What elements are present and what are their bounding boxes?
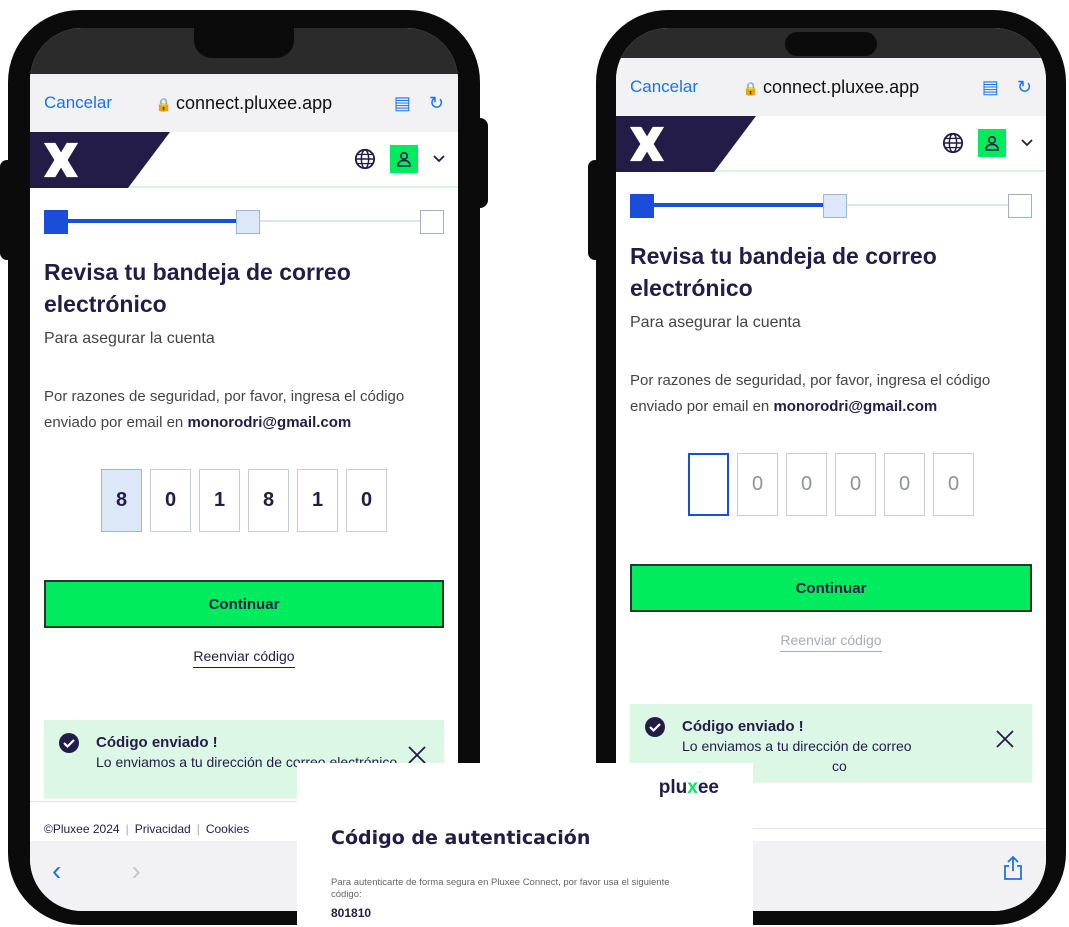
email-address: monorodri@gmail.com: [773, 397, 938, 415]
main-content: Revisa tu bandeja de correo electrónico …: [30, 208, 458, 799]
lock-icon: 🔒: [155, 96, 173, 112]
lock-icon: 🔒: [742, 80, 760, 96]
check-circle-icon: [645, 717, 665, 738]
pluxee-x-logo: [43, 142, 79, 178]
check-circle-icon: [59, 733, 79, 754]
browser-url-bar: Cancelar 🔒 connect.pluxee.app ▤ ↻: [30, 74, 458, 132]
otp-digit-input[interactable]: 8: [101, 469, 142, 533]
app-header: [30, 132, 458, 188]
reload-icon[interactable]: ↻: [1017, 77, 1032, 98]
toast-title: Código enviado !: [96, 734, 218, 752]
resend-code-link[interactable]: Reenviar código: [193, 648, 295, 669]
user-icon: [397, 151, 411, 167]
step-3: [1008, 194, 1032, 218]
progress-stepper: [44, 208, 444, 234]
close-icon[interactable]: [994, 728, 1016, 750]
step-1: [44, 210, 68, 234]
globe-icon[interactable]: [942, 132, 964, 154]
cancel-button[interactable]: Cancelar: [630, 77, 698, 97]
toast-title: Código enviado !: [682, 718, 804, 736]
email-body: Para autenticarte de forma segura en Plu…: [331, 877, 670, 901]
cookies-link[interactable]: Cookies: [206, 822, 249, 836]
page-title: Revisa tu bandeja de correo electrónico: [44, 259, 351, 318]
otp-digit-input[interactable]: [688, 453, 729, 517]
otp-input-group: 8 0 1 8 1 0: [44, 469, 444, 533]
dynamic-island: [194, 28, 294, 58]
reader-icon[interactable]: ▤: [394, 93, 411, 114]
reload-icon[interactable]: ↻: [429, 93, 444, 114]
security-notice: Por razones de seguridad, por favor, ing…: [44, 388, 405, 431]
url-text: connect.pluxee.app: [176, 92, 333, 113]
otp-digit-input[interactable]: 1: [199, 469, 240, 533]
dynamic-island: [785, 32, 877, 56]
pluxee-wordmark: pluxee: [658, 777, 719, 798]
continue-button[interactable]: Continuar: [630, 564, 1032, 613]
otp-digit-input[interactable]: 0: [737, 453, 778, 517]
page-subtitle: Para asegurar la cuenta: [630, 314, 801, 332]
resend-link-wrap: Reenviar código: [630, 632, 1032, 653]
globe-icon[interactable]: [354, 148, 376, 170]
step-2: [236, 210, 260, 234]
progress-stepper: [630, 192, 1032, 218]
email-title: Código de autenticación: [331, 827, 591, 849]
email-code: 801810: [331, 905, 372, 920]
user-menu-button[interactable]: [390, 145, 418, 173]
otp-digit-input[interactable]: 0: [786, 453, 827, 517]
step-2: [823, 194, 848, 218]
reader-icon[interactable]: ▤: [982, 77, 999, 98]
forward-icon[interactable]: ›: [131, 855, 140, 887]
step-1: [630, 194, 654, 218]
url-text: connect.pluxee.app: [763, 76, 920, 97]
otp-digit-input[interactable]: 0: [884, 453, 925, 517]
page-subtitle: Para asegurar la cuenta: [44, 330, 215, 348]
privacy-link[interactable]: Privacidad: [135, 822, 191, 836]
email-preview-card: pluxee Código de autenticación Para aute…: [297, 763, 753, 927]
otp-digit-input[interactable]: 0: [835, 453, 876, 517]
chevron-down-icon[interactable]: [1020, 136, 1034, 150]
user-menu-button[interactable]: [978, 129, 1006, 157]
page-title: Revisa tu bandeja de correo electrónico: [630, 243, 937, 302]
step-3: [420, 210, 444, 234]
otp-input-group: 0 0 0 0 0: [630, 453, 1032, 517]
cancel-button[interactable]: Cancelar: [44, 93, 112, 113]
toast-message: Lo enviamos a tu dirección de correo: [682, 738, 912, 755]
comparison-stage: Cancelar 🔒 connect.pluxee.app ▤ ↻ Revisa…: [0, 0, 1069, 927]
otp-digit-input[interactable]: 0: [150, 469, 191, 533]
chevron-down-icon[interactable]: [432, 152, 446, 166]
share-icon[interactable]: [1002, 855, 1024, 881]
otp-digit-input[interactable]: 1: [297, 469, 338, 533]
back-icon[interactable]: ‹: [52, 855, 61, 887]
pluxee-x-logo: [629, 126, 665, 162]
resend-code-link[interactable]: Reenviar código: [780, 632, 882, 653]
main-content: Revisa tu bandeja de correo electrónico …: [616, 192, 1046, 783]
user-icon: [985, 135, 999, 151]
continue-button[interactable]: Continuar: [44, 580, 444, 629]
browser-url-bar: Cancelar 🔒 connect.pluxee.app ▤ ↻: [616, 58, 1046, 116]
email-address: monorodri@gmail.com: [187, 413, 352, 431]
otp-digit-input[interactable]: 0: [346, 469, 387, 533]
resend-link-wrap: Reenviar código: [44, 648, 444, 669]
security-notice: Por razones de seguridad, por favor, ing…: [630, 372, 991, 415]
copyright: ©Pluxee 2024: [44, 822, 120, 836]
otp-digit-input[interactable]: 0: [933, 453, 974, 517]
app-header: [616, 116, 1046, 172]
otp-digit-input[interactable]: 8: [248, 469, 289, 533]
